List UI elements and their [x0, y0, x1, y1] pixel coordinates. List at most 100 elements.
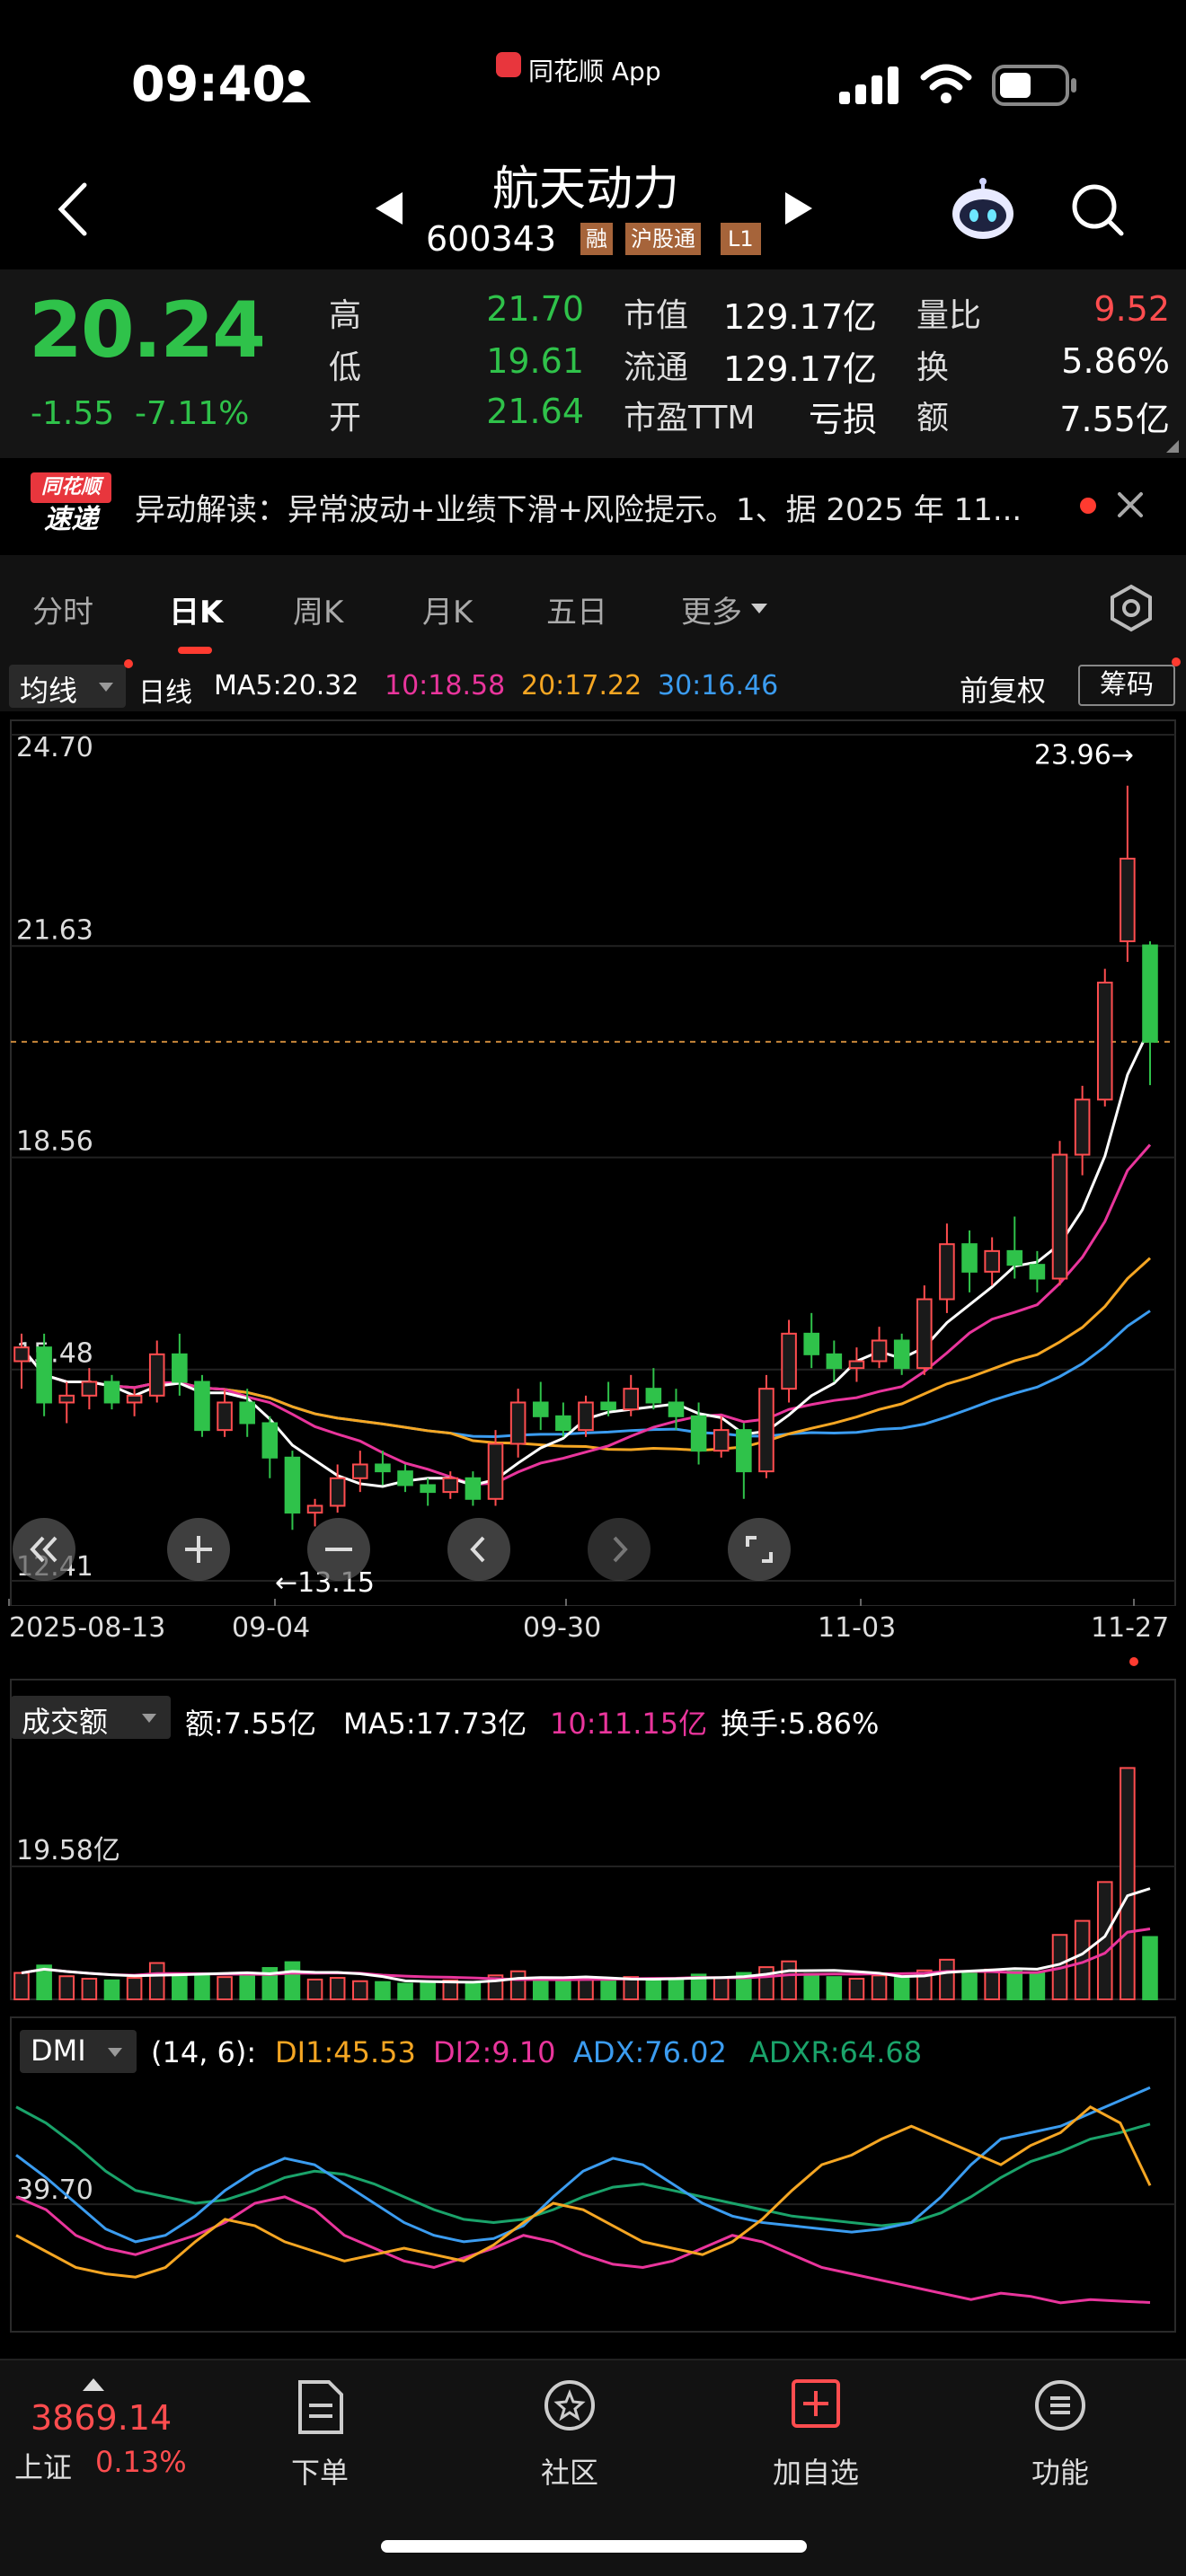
ma5-value: MA5:20.32 [214, 670, 359, 701]
next-stock-button[interactable] [780, 190, 816, 226]
zoom-out-button[interactable] [307, 1518, 370, 1581]
stat-value: 129.17亿 [723, 297, 877, 337]
expand-corner-icon[interactable] [1166, 440, 1179, 453]
volume-bar [126, 1977, 143, 2000]
candle-body [465, 1477, 482, 1500]
volume-bar [1006, 1970, 1023, 2000]
volume-selector-label: 成交额 [22, 1705, 109, 1739]
stat-label: 市值 [624, 297, 689, 334]
nav-menu-label: 功能 [1031, 2456, 1089, 2490]
badge-connect: 沪股通 [625, 223, 701, 255]
candle-body [712, 1429, 730, 1452]
scroll-left-button[interactable] [447, 1518, 510, 1581]
candle-body [532, 1401, 549, 1417]
candle-body [126, 1394, 143, 1404]
fullscreen-button[interactable] [728, 1518, 791, 1581]
candle-body [623, 1388, 640, 1411]
candle-body [239, 1401, 255, 1425]
candle-body [555, 1415, 571, 1432]
volume-bar [352, 1980, 368, 2001]
candle-body [217, 1401, 233, 1432]
dmi-selector[interactable]: DMI [20, 2030, 137, 2073]
tab-item[interactable]: 月K [422, 587, 473, 631]
nav-menu[interactable]: 功能 [1006, 2378, 1114, 2490]
candle-body [1051, 1153, 1068, 1280]
adxr-line [15, 2105, 1151, 2228]
candle-body [148, 1353, 165, 1397]
index-value[interactable]: 3869.14 [31, 2398, 172, 2438]
volume-bar [420, 1981, 436, 2000]
tab-item[interactable]: 日K [169, 587, 223, 631]
dmi-di2: DI2:9.10 [433, 2035, 556, 2069]
stat-value: 9.52 [1093, 289, 1170, 329]
back-button[interactable] [50, 178, 97, 241]
close-icon[interactable] [1114, 489, 1146, 521]
candle-body [487, 1442, 504, 1500]
volume-bar [984, 1968, 1000, 2001]
stat-label: 换 [916, 349, 950, 386]
candle-body [172, 1353, 188, 1383]
nav-community[interactable]: 社区 [516, 2378, 624, 2490]
chevron-down-icon [142, 1714, 156, 1723]
chevron-down-icon [99, 683, 113, 692]
dmi-di1: DI1:45.53 [275, 2035, 416, 2069]
nav-order-label: 下单 [290, 2456, 349, 2490]
candle-body [690, 1415, 707, 1452]
candle-body [1096, 981, 1113, 1101]
stat-value: 亏损 [808, 400, 877, 439]
tab-item[interactable]: 五日 [546, 587, 607, 631]
adjust-toggle[interactable]: 前复权 [960, 668, 1046, 710]
candle-body [375, 1463, 391, 1473]
prev-stock-button[interactable] [372, 190, 408, 226]
volume-bar [871, 1974, 888, 2000]
candle-body [58, 1394, 75, 1404]
dmi-adxr: ADXR:64.68 [749, 2035, 923, 2069]
app-tag: 同花顺 App [528, 57, 661, 86]
scroll-right-button[interactable] [588, 1518, 651, 1581]
kline-panel-frame [10, 719, 1176, 1607]
search-icon[interactable] [1069, 181, 1127, 239]
chevron-down-icon [108, 2048, 122, 2057]
current-price: 20.24 [29, 286, 266, 375]
volume-ma5-line [21, 1887, 1151, 1984]
robot-assistant-icon[interactable] [949, 178, 1017, 243]
volume-selector[interactable]: 成交额 [11, 1696, 171, 1739]
stat-value: 7.55亿 [1059, 400, 1170, 439]
zoom-in-button[interactable] [167, 1518, 230, 1581]
signal-icon [839, 65, 902, 104]
candle-body [668, 1401, 685, 1417]
tab-item[interactable]: 周K [293, 587, 343, 631]
settings-hexagon-icon[interactable] [1107, 584, 1155, 632]
stat-value: 21.64 [486, 392, 584, 431]
nav-add-watchlist[interactable]: 加自选 [753, 2378, 879, 2490]
badge-margin: 融 [580, 223, 613, 255]
nav-order[interactable]: 下单 [266, 2378, 374, 2490]
volume-bar [375, 1981, 391, 2001]
person-icon [280, 68, 313, 104]
date-marker-dot [1129, 1657, 1138, 1666]
nav-community-label: 社区 [540, 2456, 598, 2490]
candle-body [329, 1477, 346, 1507]
volume-bar [81, 1978, 98, 2000]
tab-item[interactable]: 更多 [681, 587, 742, 631]
candle-body [1142, 944, 1158, 1043]
volume-bar [600, 1979, 616, 2000]
stat-label: 低 [329, 349, 362, 386]
candle-body [194, 1381, 210, 1432]
volume-bar [555, 1980, 571, 2001]
ma-selector[interactable]: 均线 [9, 665, 126, 708]
candle-body [36, 1346, 52, 1404]
candle-body [306, 1504, 323, 1514]
volume-bar [578, 1977, 594, 2000]
volume-ma5: MA5:17.73亿 [343, 1707, 527, 1741]
badge-level: L1 [721, 223, 761, 255]
volume-bar [284, 1961, 301, 2000]
candle-body [81, 1381, 98, 1397]
candle-body [352, 1463, 368, 1479]
volume-bar [712, 1977, 730, 2000]
adx-line [15, 2086, 1151, 2244]
price-axis-label: 18.56 [16, 1126, 93, 1158]
chips-button[interactable]: 筹码 [1078, 665, 1175, 706]
collapse-left-button[interactable] [13, 1518, 75, 1581]
tab-item[interactable]: 分时 [32, 587, 93, 631]
